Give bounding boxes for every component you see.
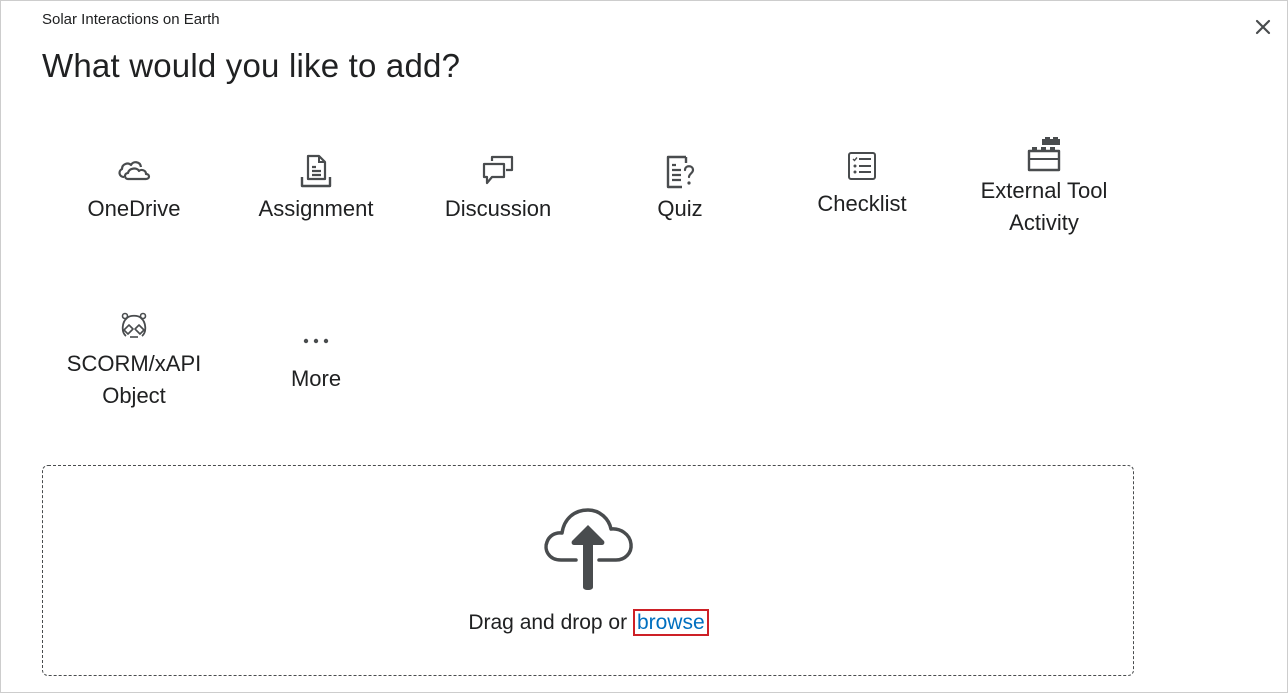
external-tool-icon xyxy=(1024,133,1064,173)
tile-external-tool-activity[interactable]: External Tool Activity xyxy=(954,133,1134,239)
dropzone-instructions: Drag and drop or browse xyxy=(1,609,1176,636)
page-title: What would you like to add? xyxy=(42,47,461,84)
quiz-icon xyxy=(660,151,700,191)
tile-label: Checklist xyxy=(817,191,907,216)
tile-quiz[interactable]: Quiz xyxy=(590,151,770,225)
tile-label: OneDrive xyxy=(87,196,181,221)
browse-link[interactable]: browse xyxy=(632,609,709,636)
discussion-icon xyxy=(478,151,518,191)
cloud-icon xyxy=(114,151,154,191)
tile-assignment[interactable]: Assignment xyxy=(226,151,406,225)
tile-label: Quiz xyxy=(657,196,703,221)
close-icon xyxy=(1255,19,1271,35)
tile-onedrive[interactable]: OneDrive xyxy=(44,151,224,225)
tile-label: Discussion xyxy=(444,196,552,221)
tile-checklist[interactable]: Checklist xyxy=(772,146,952,220)
close-button[interactable] xyxy=(1251,15,1275,39)
tile-more[interactable]: More xyxy=(226,321,406,395)
course-name: Solar Interactions on Earth xyxy=(42,11,220,28)
tile-label: Assignment xyxy=(258,196,374,221)
checklist-icon xyxy=(842,146,882,186)
tile-scorm-xapi-object[interactable]: SCORM/xAPI Object xyxy=(44,306,224,412)
upload-cloud-icon xyxy=(542,501,636,591)
add-content-dialog: Solar Interactions on Earth What would y… xyxy=(0,0,1288,693)
tile-discussion[interactable]: Discussion xyxy=(408,151,588,225)
tile-label: SCORM/xAPI Object xyxy=(66,351,202,408)
more-icon xyxy=(296,321,336,361)
scorm-icon xyxy=(114,306,154,346)
tile-label: External Tool Activity xyxy=(980,178,1108,235)
tile-label: More xyxy=(290,366,342,391)
assignment-icon xyxy=(296,151,336,191)
drag-drop-text: Drag and drop or xyxy=(468,611,628,634)
